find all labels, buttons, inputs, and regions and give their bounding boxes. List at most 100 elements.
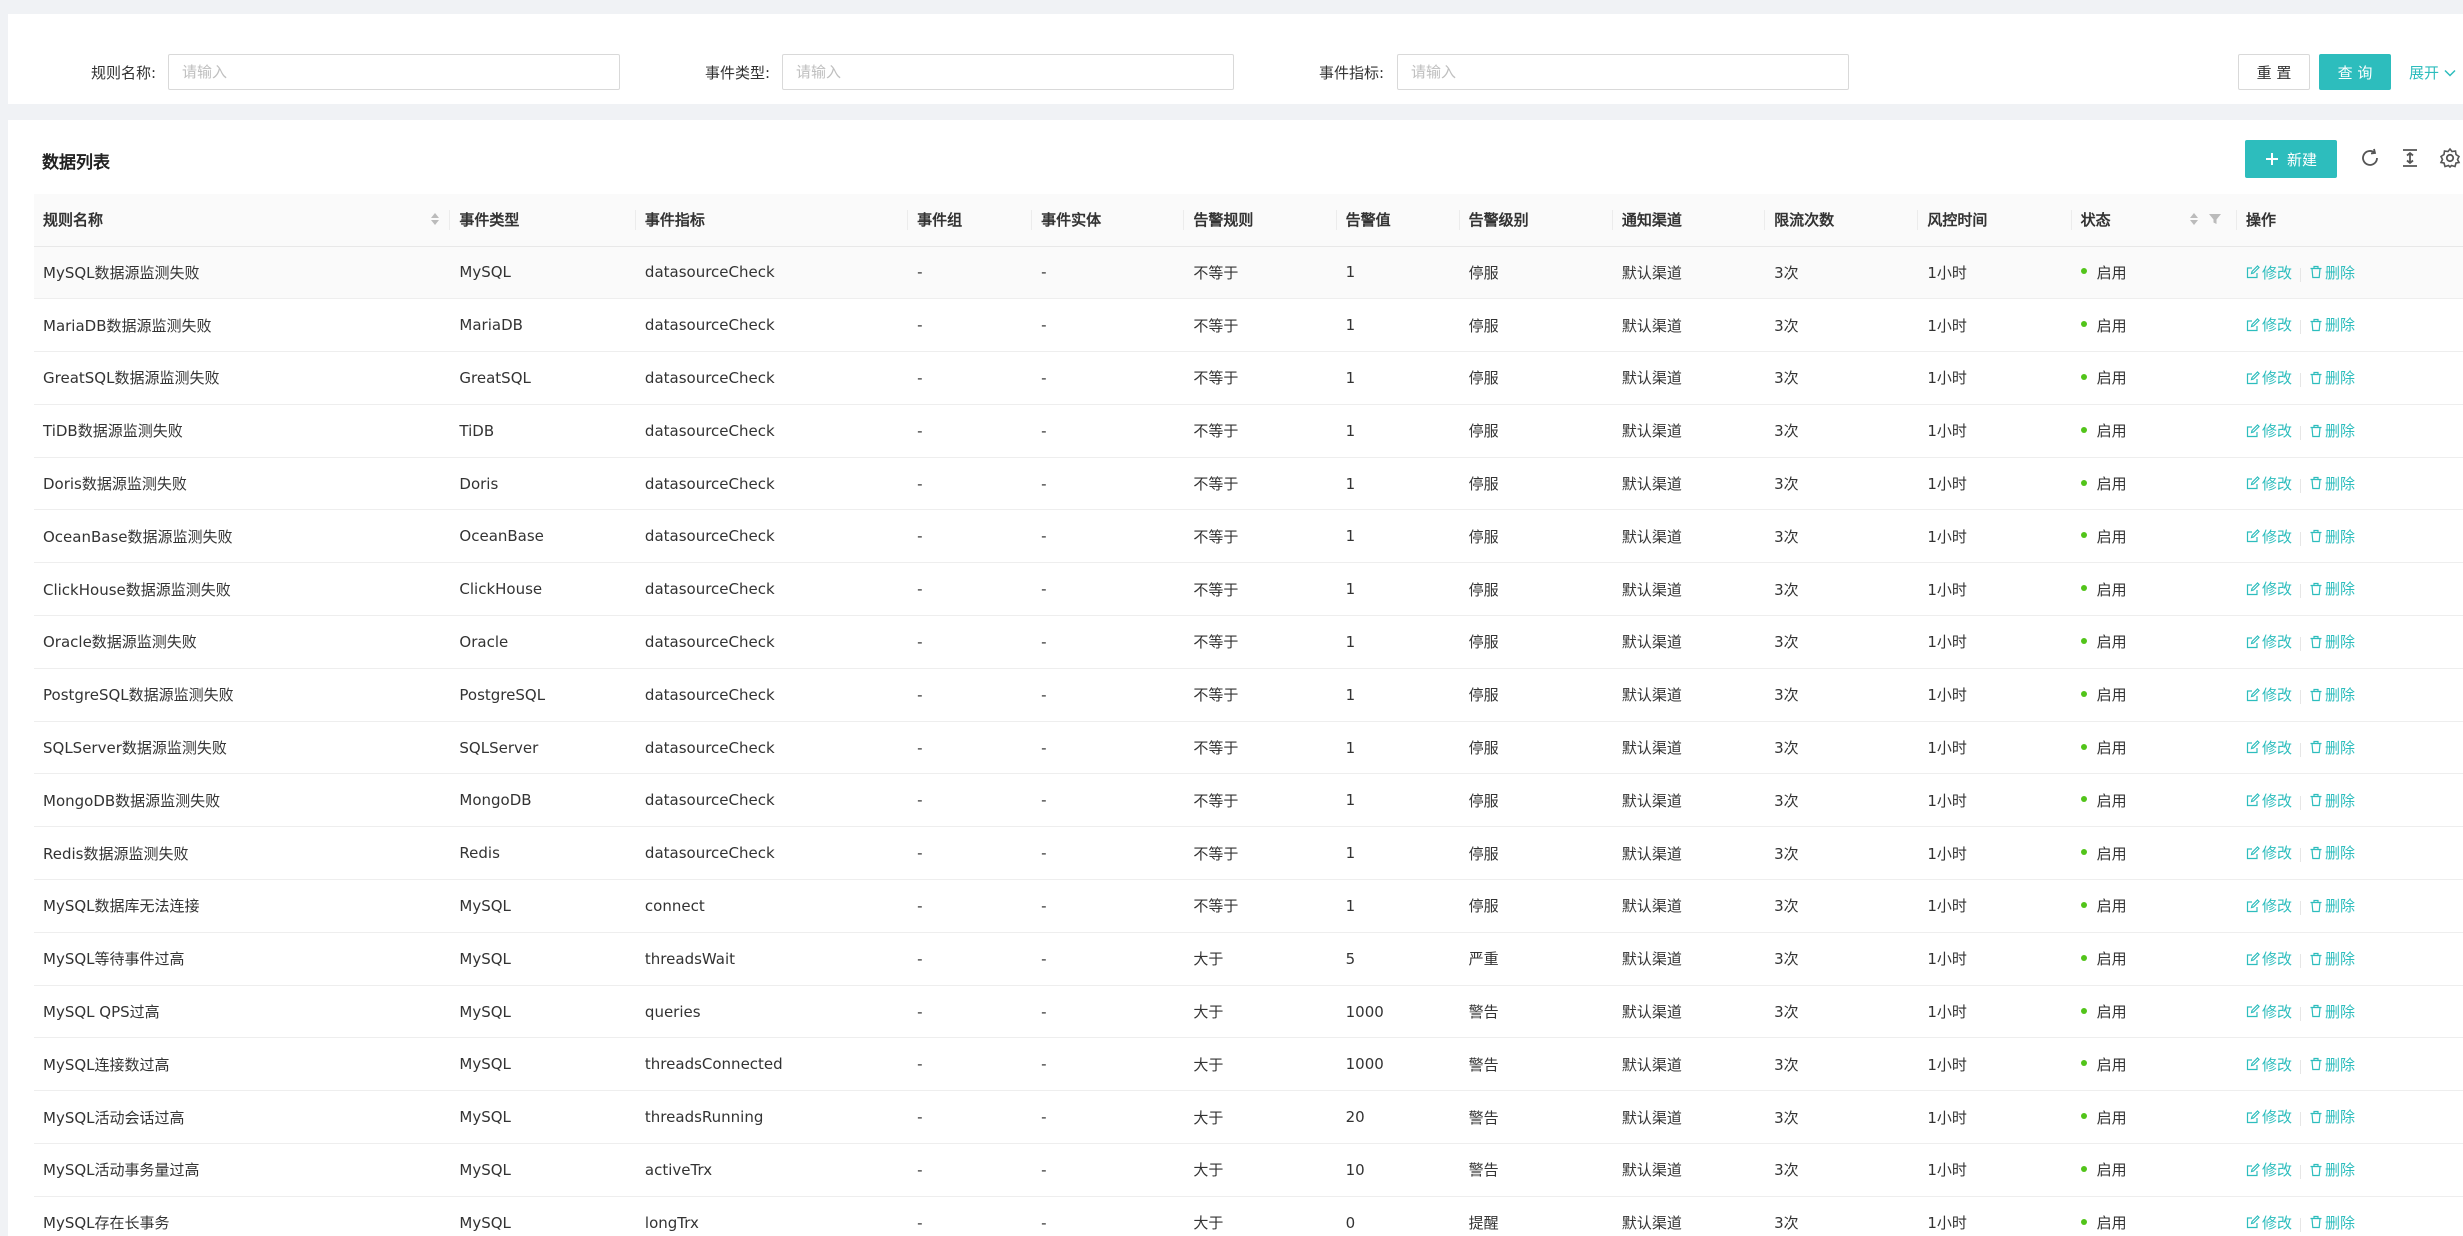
col-header-alert-value: 告警值 bbox=[1336, 194, 1460, 247]
edit-button[interactable]: 修改 bbox=[2246, 420, 2292, 441]
status-badge: 启用 bbox=[2096, 1214, 2127, 1233]
edit-button[interactable]: 修改 bbox=[2246, 948, 2292, 969]
edit-button[interactable]: 修改 bbox=[2246, 895, 2292, 916]
rule-name-input[interactable] bbox=[168, 54, 620, 90]
edit-label: 修改 bbox=[2261, 422, 2292, 441]
action-divider bbox=[2299, 1112, 2301, 1127]
cell-event-type: Oracle bbox=[450, 615, 636, 669]
col-header-status[interactable]: 状态 bbox=[2071, 194, 2237, 247]
cell-event-metric: datasourceCheck bbox=[635, 773, 909, 828]
delete-button[interactable]: 删除 bbox=[2309, 1106, 2355, 1127]
edit-button[interactable]: 修改 bbox=[2246, 1159, 2292, 1180]
delete-button[interactable]: 删除 bbox=[2309, 1212, 2355, 1233]
delete-button[interactable]: 删除 bbox=[2309, 526, 2355, 547]
filter-icon[interactable] bbox=[2208, 212, 2222, 226]
edit-button[interactable]: 修改 bbox=[2246, 1212, 2292, 1233]
edit-button[interactable]: 修改 bbox=[2246, 1054, 2292, 1075]
cell-event-metric: datasourceCheck bbox=[635, 351, 909, 405]
edit-button[interactable]: 修改 bbox=[2246, 790, 2292, 811]
cell-rule-name: Redis数据源监测失败 bbox=[34, 826, 451, 881]
delete-button[interactable]: 删除 bbox=[2309, 314, 2355, 335]
cell-risk-time: 1小时 bbox=[1918, 509, 2072, 564]
cell-alert-value: 1 bbox=[1336, 562, 1460, 617]
edit-label: 修改 bbox=[2261, 844, 2292, 863]
delete-button[interactable]: 删除 bbox=[2309, 367, 2355, 388]
delete-button[interactable]: 删除 bbox=[2309, 737, 2355, 758]
col-header-rule-name[interactable]: 规则名称 bbox=[34, 194, 451, 247]
edit-button[interactable]: 修改 bbox=[2246, 314, 2292, 335]
cell-risk-time: 1小时 bbox=[1918, 773, 2072, 828]
cell-alert-rule: 不等于 bbox=[1184, 879, 1337, 933]
table-row: GreatSQL数据源监测失败 GreatSQL datasourceCheck - -… bbox=[34, 351, 2463, 405]
cell-rate-limit: 3次 bbox=[1765, 932, 1919, 986]
cell-notify-channel: 默认渠道 bbox=[1612, 615, 1766, 669]
cell-event-group: - bbox=[908, 404, 1033, 458]
delete-button[interactable]: 删除 bbox=[2309, 473, 2355, 494]
edit-button[interactable]: 修改 bbox=[2246, 367, 2292, 388]
edit-button[interactable]: 修改 bbox=[2246, 631, 2292, 652]
trash-icon bbox=[2310, 1163, 2322, 1176]
status-dot bbox=[2080, 585, 2087, 592]
delete-button[interactable]: 删除 bbox=[2309, 842, 2355, 863]
edit-icon bbox=[2246, 793, 2260, 807]
edit-icon bbox=[2246, 318, 2260, 332]
expand-toggle[interactable]: 展开 bbox=[2409, 62, 2457, 83]
delete-button[interactable]: 删除 bbox=[2309, 790, 2355, 811]
cell-risk-time: 1小时 bbox=[1918, 246, 2072, 300]
query-button[interactable]: 查 询 bbox=[2319, 54, 2391, 90]
edit-button[interactable]: 修改 bbox=[2246, 473, 2292, 494]
cell-event-group: - bbox=[908, 562, 1033, 617]
cell-alert-rule: 不等于 bbox=[1184, 404, 1337, 458]
delete-button[interactable]: 删除 bbox=[2309, 420, 2355, 441]
delete-button[interactable]: 删除 bbox=[2309, 1159, 2355, 1180]
delete-button[interactable]: 删除 bbox=[2309, 578, 2355, 599]
cell-rate-limit: 3次 bbox=[1765, 1037, 1919, 1092]
edit-button[interactable]: 修改 bbox=[2246, 526, 2292, 547]
cell-event-metric: datasourceCheck bbox=[635, 404, 909, 458]
edit-button[interactable]: 修改 bbox=[2246, 737, 2292, 758]
cell-actions: 修改 删除 bbox=[2236, 1037, 2463, 1092]
status-badge: 启用 bbox=[2096, 897, 2127, 916]
edit-button[interactable]: 修改 bbox=[2246, 262, 2292, 283]
refresh-icon[interactable] bbox=[2358, 146, 2382, 170]
cell-alert-value: 1 bbox=[1336, 826, 1460, 881]
cell-status: 启用 bbox=[2071, 1090, 2237, 1145]
sort-icon[interactable] bbox=[431, 213, 439, 225]
new-button[interactable]: 新建 bbox=[2245, 140, 2337, 178]
delete-button[interactable]: 删除 bbox=[2309, 631, 2355, 652]
cell-event-entity: - bbox=[1032, 668, 1185, 722]
status-dot bbox=[2080, 479, 2087, 486]
cell-risk-time: 1小时 bbox=[1918, 298, 2072, 353]
event-type-input[interactable] bbox=[782, 54, 1234, 90]
status-dot bbox=[2080, 532, 2087, 539]
event-metric-input[interactable] bbox=[1397, 54, 1849, 90]
cell-alert-value: 1 bbox=[1336, 879, 1460, 933]
cell-event-entity: - bbox=[1032, 351, 1185, 405]
reset-button[interactable]: 重 置 bbox=[2238, 54, 2310, 90]
delete-button[interactable]: 删除 bbox=[2309, 948, 2355, 969]
sort-icon[interactable] bbox=[2189, 213, 2198, 225]
delete-button[interactable]: 删除 bbox=[2309, 262, 2355, 283]
cell-rate-limit: 3次 bbox=[1765, 773, 1919, 828]
delete-button[interactable]: 删除 bbox=[2309, 895, 2355, 916]
delete-label: 删除 bbox=[2324, 580, 2355, 599]
cell-rule-name: MySQL活动事务量过高 bbox=[34, 1143, 451, 1197]
edit-button[interactable]: 修改 bbox=[2246, 578, 2292, 599]
status-badge: 启用 bbox=[2096, 527, 2127, 546]
edit-button[interactable]: 修改 bbox=[2246, 684, 2292, 705]
action-divider bbox=[2299, 320, 2301, 335]
delete-button[interactable]: 删除 bbox=[2309, 684, 2355, 705]
edit-button[interactable]: 修改 bbox=[2246, 842, 2292, 863]
edit-button[interactable]: 修改 bbox=[2246, 1106, 2292, 1127]
settings-gear-icon[interactable] bbox=[2438, 146, 2462, 170]
cell-alert-level: 严重 bbox=[1459, 932, 1613, 986]
table-row: Doris数据源监测失败 Doris datasourceCheck - - 不等于 1 停服… bbox=[34, 457, 2463, 511]
edit-button[interactable]: 修改 bbox=[2246, 1001, 2292, 1022]
col-header-event-entity: 事件实体 bbox=[1032, 194, 1185, 247]
delete-button[interactable]: 删除 bbox=[2309, 1054, 2355, 1075]
column-height-icon[interactable] bbox=[2398, 146, 2422, 170]
col-header-notify-channel: 通知渠道 bbox=[1612, 194, 1766, 247]
cell-event-group: - bbox=[908, 826, 1033, 881]
delete-button[interactable]: 删除 bbox=[2309, 1001, 2355, 1022]
cell-event-metric: datasourceCheck bbox=[635, 298, 909, 353]
